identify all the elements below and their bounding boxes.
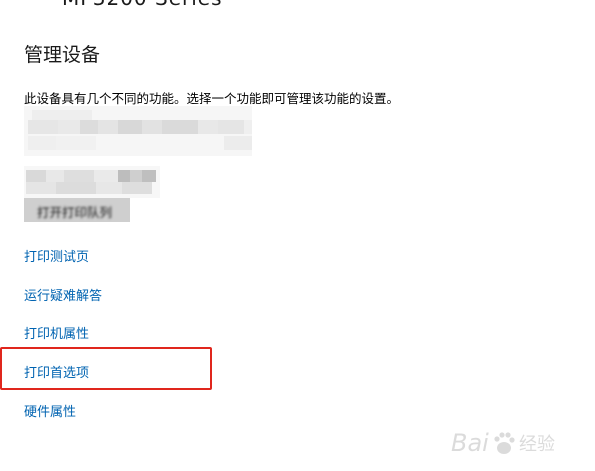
svg-text:经验: 经验 — [519, 434, 555, 455]
page-title: 管理设备 — [24, 44, 101, 66]
device-selector-blurred[interactable] — [24, 106, 252, 156]
svg-text:Bai: Bai — [451, 429, 489, 457]
link-run-troubleshooter[interactable]: 运行疑难解答 — [24, 285, 102, 304]
link-printer-properties[interactable]: 打印机属性 — [24, 323, 89, 342]
annotation-highlight-box — [0, 347, 212, 390]
open-print-queue-button[interactable]: 打开打印队列 — [24, 198, 130, 222]
paw-icon — [494, 432, 515, 454]
link-print-test-page[interactable]: 打印测试页 — [24, 246, 89, 265]
watermark-logo: Bai 经验 — [451, 429, 555, 457]
link-hardware-properties[interactable]: 硬件属性 — [24, 401, 76, 420]
printer-name-heading: MF3200 Series — [62, 0, 223, 10]
open-print-queue-label: 打开打印队列 — [37, 205, 113, 220]
section-description: 此设备具有几个不同的功能。选择一个功能即可管理该功能的设置。 — [24, 91, 400, 106]
queue-label-blurred — [24, 166, 160, 198]
baidu-watermark: Bai 经验 — [449, 421, 589, 463]
